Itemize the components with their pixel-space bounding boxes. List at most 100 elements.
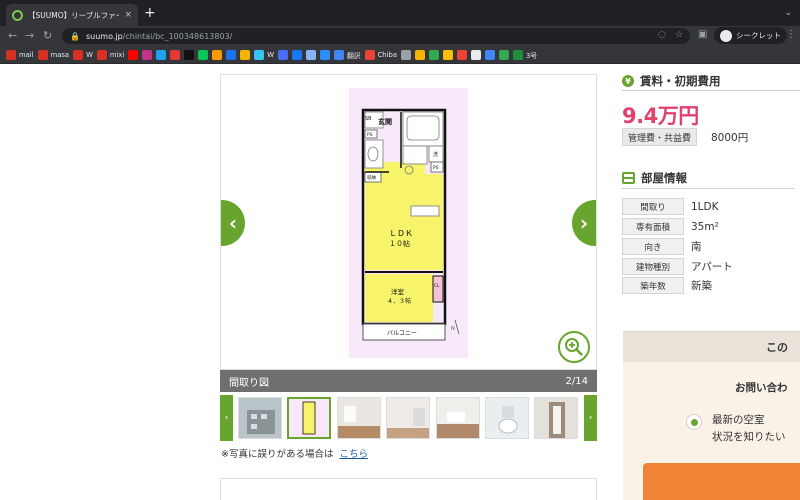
bookmark-favicon-icon [333, 49, 344, 60]
thumbs-prev-button[interactable]: ‹ [220, 395, 233, 441]
new-tab-button[interactable]: + [144, 6, 156, 20]
fp-sb: SB [365, 116, 372, 122]
bookmark-item[interactable] [319, 49, 330, 60]
back-icon[interactable]: ← [8, 29, 17, 43]
reload-icon[interactable]: ↻ [43, 29, 52, 43]
fp-ps2: PS [433, 165, 439, 171]
spec-value: 1LDK [691, 200, 719, 213]
bookmark-label: 3号 [525, 51, 538, 60]
yen-icon: ¥ [622, 75, 634, 87]
thumbnail-image [535, 398, 577, 438]
thumbnail-image [387, 398, 429, 438]
tab-close-icon[interactable]: × [124, 10, 132, 20]
bookmark-item[interactable] [484, 49, 495, 60]
inquiry-option-radio[interactable] [686, 414, 702, 430]
thumbs-next-button[interactable]: › [584, 395, 597, 441]
fp-ps1: PS [367, 132, 373, 138]
bookmark-item[interactable] [442, 49, 453, 60]
thumbnail-floorplan[interactable] [287, 397, 331, 439]
photo-error-link[interactable]: こちら [339, 449, 368, 460]
spec-value: 35m² [691, 220, 719, 233]
spec-row-building-type: 建物種別 アパート [622, 258, 733, 275]
forward-icon[interactable]: → [25, 29, 34, 43]
bookmark-item[interactable] [291, 49, 302, 60]
fp-ldk: ＬＤＫ [389, 229, 413, 238]
bookmark-item[interactable]: mixi [96, 49, 124, 60]
bookmark-item[interactable] [498, 49, 509, 60]
thumbnail-room-1[interactable] [337, 397, 381, 439]
inquiry-option-line2[interactable]: 状況を知りたい [712, 429, 786, 444]
bookmark-item[interactable] [226, 49, 237, 60]
side-panel-icon[interactable]: ▣ [698, 29, 707, 40]
thumbnail-room-2[interactable] [386, 397, 430, 439]
address-bar[interactable]: 🔒 suumo.jp /chintai/bc_100348613803/ ◌ ☆ [62, 28, 690, 44]
inquiry-option-line1[interactable]: 最新の空室 [712, 412, 765, 427]
chevron-right-icon: › [588, 413, 593, 423]
chevron-left-icon: ‹ [228, 211, 238, 235]
inquiry-header: この [623, 332, 800, 362]
spec-label: 向き [622, 238, 684, 255]
bookmark-item[interactable] [184, 49, 195, 60]
zoom-in-icon [565, 338, 583, 356]
bookmark-item[interactable] [277, 49, 288, 60]
rent-heading-text: 賃料・初期費用 [640, 74, 721, 88]
bookmark-favicon-icon [319, 49, 330, 60]
bookmark-favicon-icon [277, 49, 288, 60]
browser-toolbar: ← → ↻ 🔒 suumo.jp /chintai/bc_10034861380… [0, 26, 800, 46]
menu-kebab-icon[interactable]: ⋮ [786, 29, 796, 40]
bookmark-star-icon[interactable]: ☆ [675, 30, 683, 40]
bookmark-item[interactable]: masa [37, 49, 69, 60]
browser-tab[interactable]: 【SUUMO】リーブルファイン上 × [6, 4, 138, 26]
photo-counter: 2/14 [565, 375, 588, 387]
bookmark-label: W [86, 50, 93, 59]
bookmark-item[interactable] [142, 49, 153, 60]
room-info-icon [622, 172, 635, 184]
radio-selected-dot [690, 418, 698, 426]
bookmark-item[interactable]: W [254, 49, 274, 60]
incognito-label: シークレット [736, 31, 781, 40]
floorplan-image[interactable]: N 玄関 SB PS PS 洗 収納 ＬＤＫ １０帖 洋室 ４．３帖 CL バル… [349, 88, 468, 358]
prev-photo-button[interactable]: ‹ [221, 200, 245, 246]
tab-search-icon[interactable]: ⌄ [784, 8, 792, 18]
bookmark-favicon-icon [414, 49, 425, 60]
bookmark-item[interactable]: 翻訳 [333, 49, 361, 60]
bookmark-item[interactable] [470, 49, 481, 60]
photo-caption: 間取り図 [229, 377, 269, 389]
bookmark-favicon-icon [184, 49, 195, 60]
management-fee-label: 管理費・共益費 [622, 128, 698, 146]
bookmark-item[interactable] [400, 49, 411, 60]
bookmark-favicon-icon [226, 49, 237, 60]
next-photo-button[interactable]: › [572, 200, 596, 246]
url-host: suumo.jp [85, 31, 123, 41]
thumbnail-bathroom[interactable] [485, 397, 529, 439]
zoom-button[interactable] [558, 331, 590, 363]
bookmark-favicon-icon [170, 49, 181, 60]
eye-off-icon[interactable]: ◌ [658, 30, 666, 40]
fp-entrance: 玄関 [378, 117, 392, 126]
bookmark-item[interactable] [414, 49, 425, 60]
thumbnail-room-3[interactable] [436, 397, 480, 439]
bookmark-item[interactable]: Chiba [364, 49, 397, 60]
inquiry-submit-button[interactable] [643, 463, 800, 500]
chevron-left-icon: ‹ [224, 413, 229, 423]
bookmark-item[interactable]: W [73, 49, 93, 60]
bookmark-item[interactable] [198, 49, 209, 60]
bookmark-item[interactable]: mail [6, 49, 34, 60]
bookmark-item[interactable] [156, 49, 167, 60]
incognito-icon [720, 29, 732, 42]
photo-error-text: ※写真に誤りがある場合は [221, 449, 334, 460]
fp-wash: 洗 [433, 151, 438, 158]
thumbnail-hallway[interactable] [534, 397, 578, 439]
incognito-badge[interactable]: シークレット [714, 27, 787, 44]
thumbnail-building[interactable] [238, 397, 282, 439]
bookmark-item[interactable] [212, 49, 223, 60]
bookmark-item[interactable] [428, 49, 439, 60]
bookmark-item[interactable] [128, 49, 139, 60]
bookmark-favicon-icon [198, 49, 209, 60]
bookmark-item[interactable] [170, 49, 181, 60]
bookmark-item[interactable] [456, 49, 467, 60]
bookmark-favicon-icon [142, 49, 153, 60]
bookmark-item[interactable] [305, 49, 316, 60]
bookmark-item[interactable]: 3号 [512, 49, 538, 60]
bookmark-item[interactable] [240, 49, 251, 60]
